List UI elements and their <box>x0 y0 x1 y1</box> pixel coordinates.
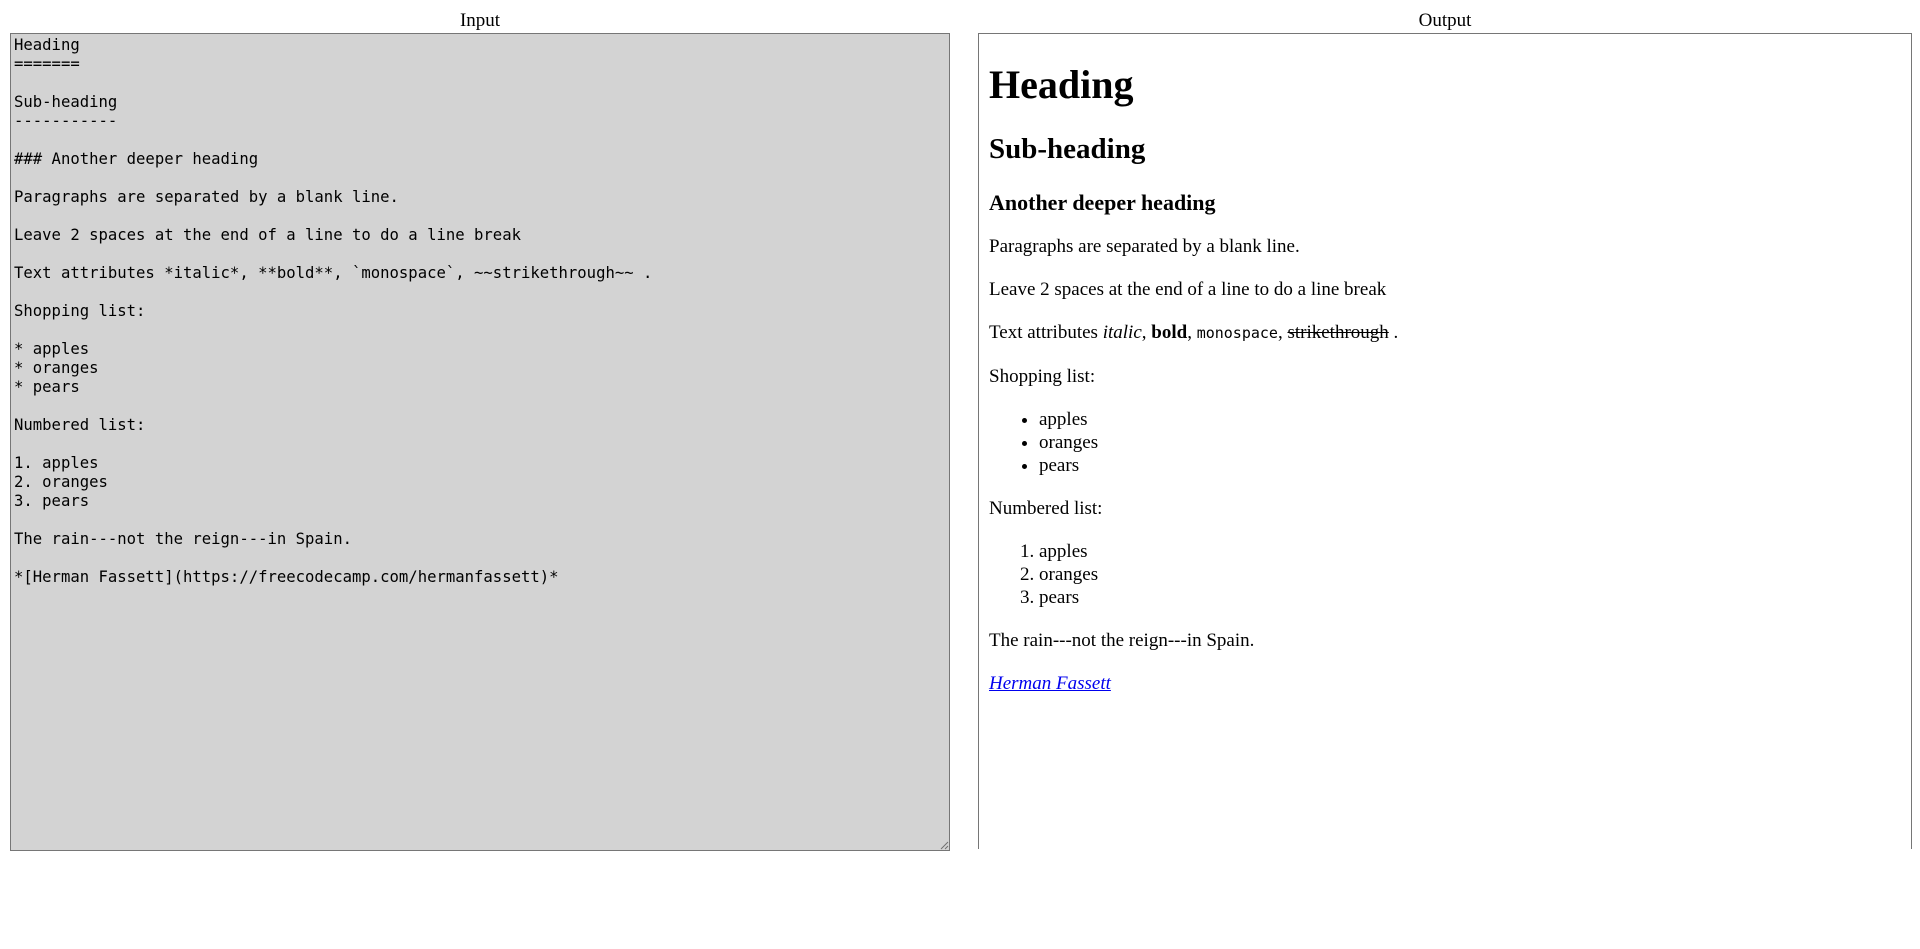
attrs-prefix: Text attributes <box>989 322 1103 343</box>
list-item: apples <box>1039 408 1901 431</box>
monospace-text: monospace <box>1196 324 1278 342</box>
link-emphasis: Herman Fassett <box>989 673 1111 694</box>
preview-heading-2: Sub-heading <box>989 133 1146 165</box>
strikethrough-text: strikethrough <box>1287 322 1389 343</box>
preview-link-paragraph: Herman Fassett <box>989 672 1901 695</box>
input-pane-title: Input <box>459 10 501 31</box>
preview-text-attributes: Text attributes italic, bold, monospace,… <box>989 321 1901 345</box>
attrs-suffix: . <box>1388 322 1399 343</box>
attrs-separator: , <box>1187 322 1197 343</box>
list-item: pears <box>1039 586 1901 609</box>
attrs-separator: , <box>1141 322 1152 343</box>
preview-heading-1: Heading <box>989 62 1134 107</box>
preview-rain-paragraph: The rain---not the reign---in Spain. <box>989 630 1255 651</box>
markdown-previewer: Input Output Heading ======= Sub-heading… <box>0 0 1920 949</box>
preview-numbered-list: apples oranges pears <box>989 540 1901 609</box>
author-link[interactable]: Herman Fassett <box>989 673 1111 694</box>
preview-paragraph-line-break: Leave 2 spaces at the end of a line to d… <box>989 279 1387 300</box>
preview-numbered-list-label: Numbered list: <box>989 498 1103 519</box>
preview-paragraph-blank-line: Paragraphs are separated by a blank line… <box>989 236 1300 257</box>
markdown-input-textarea[interactable]: Heading ======= Sub-heading ----------- … <box>10 33 950 851</box>
italic-text: italic <box>1102 322 1142 343</box>
preview-shopping-list-label: Shopping list: <box>989 366 1096 387</box>
markdown-output-preview: Heading Sub-heading Another deeper headi… <box>978 33 1912 849</box>
list-item: oranges <box>1039 431 1901 454</box>
preview-heading-3: Another deeper heading <box>989 190 1216 215</box>
list-item: pears <box>1039 454 1901 477</box>
resize-handle-icon[interactable] <box>939 840 949 850</box>
list-item: oranges <box>1039 563 1901 586</box>
bold-text: bold <box>1151 322 1188 343</box>
output-pane-title: Output <box>1418 10 1472 31</box>
preview-bullet-list: apples oranges pears <box>989 408 1901 477</box>
list-item: apples <box>1039 540 1901 563</box>
